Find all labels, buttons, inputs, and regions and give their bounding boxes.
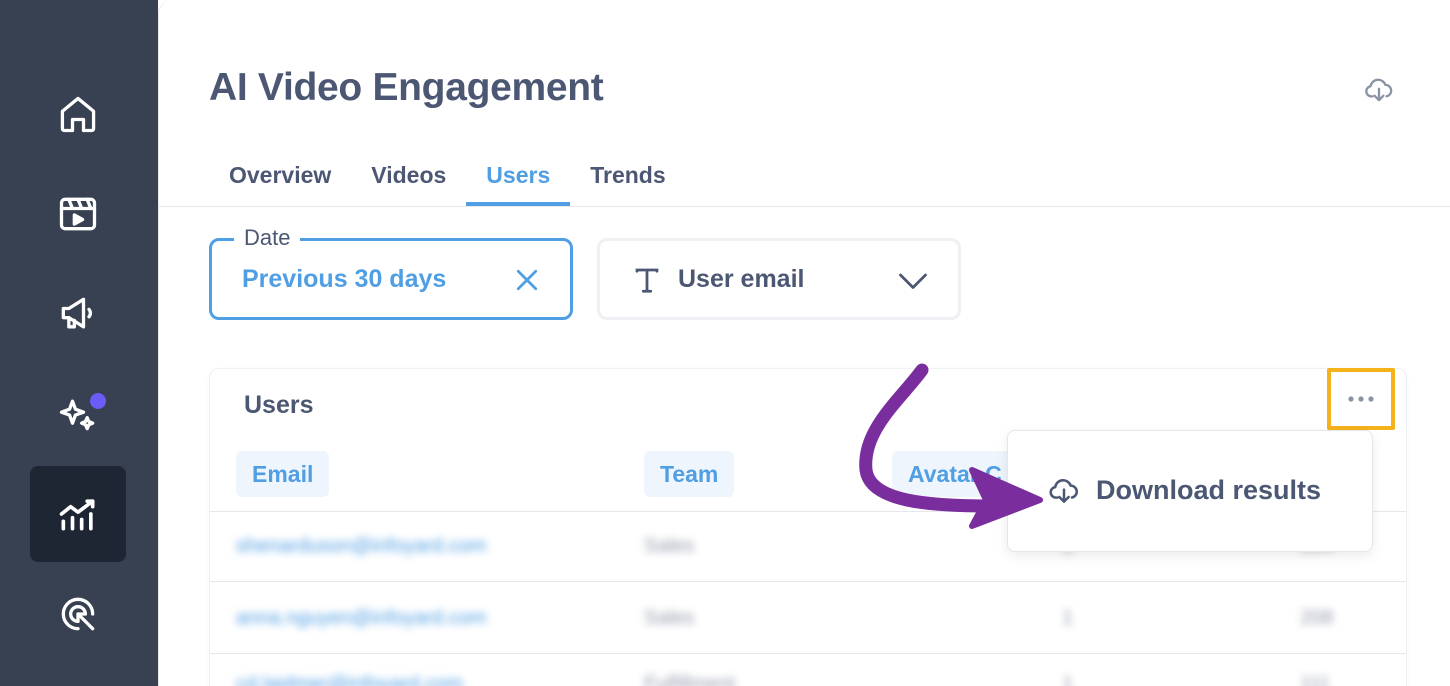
header-download-button[interactable] <box>1359 72 1399 108</box>
table-cell-value: 111 <box>1300 673 1331 686</box>
analytics-chart-icon <box>59 499 95 531</box>
table-cell-email[interactable]: cd.laidmer@infoyard.com <box>236 673 463 686</box>
cloud-download-icon <box>1049 478 1078 503</box>
cloud-download-icon <box>1365 78 1393 102</box>
column-header-email[interactable]: Email <box>236 451 330 497</box>
target-cursor-icon <box>61 597 95 631</box>
column-header-avatar[interactable]: Avatar C <box>892 451 1018 497</box>
tab-bar: Overview Videos Users Trends <box>209 150 686 206</box>
user-email-filter[interactable]: User email <box>597 238 961 320</box>
tab-videos[interactable]: Videos <box>351 150 466 206</box>
megaphone-icon <box>61 297 92 329</box>
actions-menu: Download results <box>1007 430 1373 552</box>
download-results-menu-item[interactable]: Download results <box>1048 475 1321 506</box>
more-horizontal-icon <box>1348 396 1374 402</box>
row-divider <box>210 653 1406 654</box>
table-cell-team: Fulfillment <box>644 673 736 686</box>
row-divider <box>210 581 1406 582</box>
main-panel: AI Video Engagement Overview Videos User… <box>158 0 1450 686</box>
sidebar-item-home[interactable] <box>30 66 126 162</box>
tabs-divider <box>159 206 1450 207</box>
tab-trends[interactable]: Trends <box>570 150 685 206</box>
sidebar <box>0 0 158 686</box>
sidebar-item-ai[interactable] <box>30 366 126 462</box>
tab-users[interactable]: Users <box>466 150 571 206</box>
video-clapper-icon <box>59 197 97 231</box>
sidebar-item-videos[interactable] <box>30 166 126 262</box>
date-filter-value: Previous 30 days <box>242 265 447 293</box>
card-title: Users <box>244 391 314 419</box>
date-filter[interactable]: Date Previous 30 days <box>209 225 573 320</box>
notification-badge <box>90 393 106 409</box>
date-filter-label: Date <box>234 225 301 251</box>
sidebar-item-analytics[interactable] <box>30 466 126 562</box>
table-cell-value: 208 <box>1300 607 1334 629</box>
table-cell-email[interactable]: shenarduson@infoyard.com <box>236 535 486 558</box>
column-header-team[interactable]: Team <box>644 451 735 497</box>
table-cell-team: Sales <box>644 535 695 557</box>
text-type-icon <box>635 268 659 293</box>
chevron-down-icon <box>899 273 927 289</box>
page-title: AI Video Engagement <box>209 66 604 109</box>
table-cell-email[interactable]: anna.nguyen@infoyard.com <box>236 607 486 630</box>
tab-overview[interactable]: Overview <box>209 150 351 206</box>
table-cell-value: 1 <box>1062 673 1074 686</box>
more-options-button[interactable] <box>1327 368 1395 430</box>
table-cell-team: Sales <box>644 607 695 629</box>
home-icon <box>60 96 96 133</box>
table-cell-value: 1 <box>1062 607 1074 629</box>
close-icon[interactable] <box>512 265 542 295</box>
download-results-label: Download results <box>1096 475 1322 505</box>
user-email-filter-label: User email <box>678 265 805 293</box>
sidebar-item-campaigns[interactable] <box>30 266 126 362</box>
sidebar-item-targeting[interactable] <box>30 566 126 662</box>
